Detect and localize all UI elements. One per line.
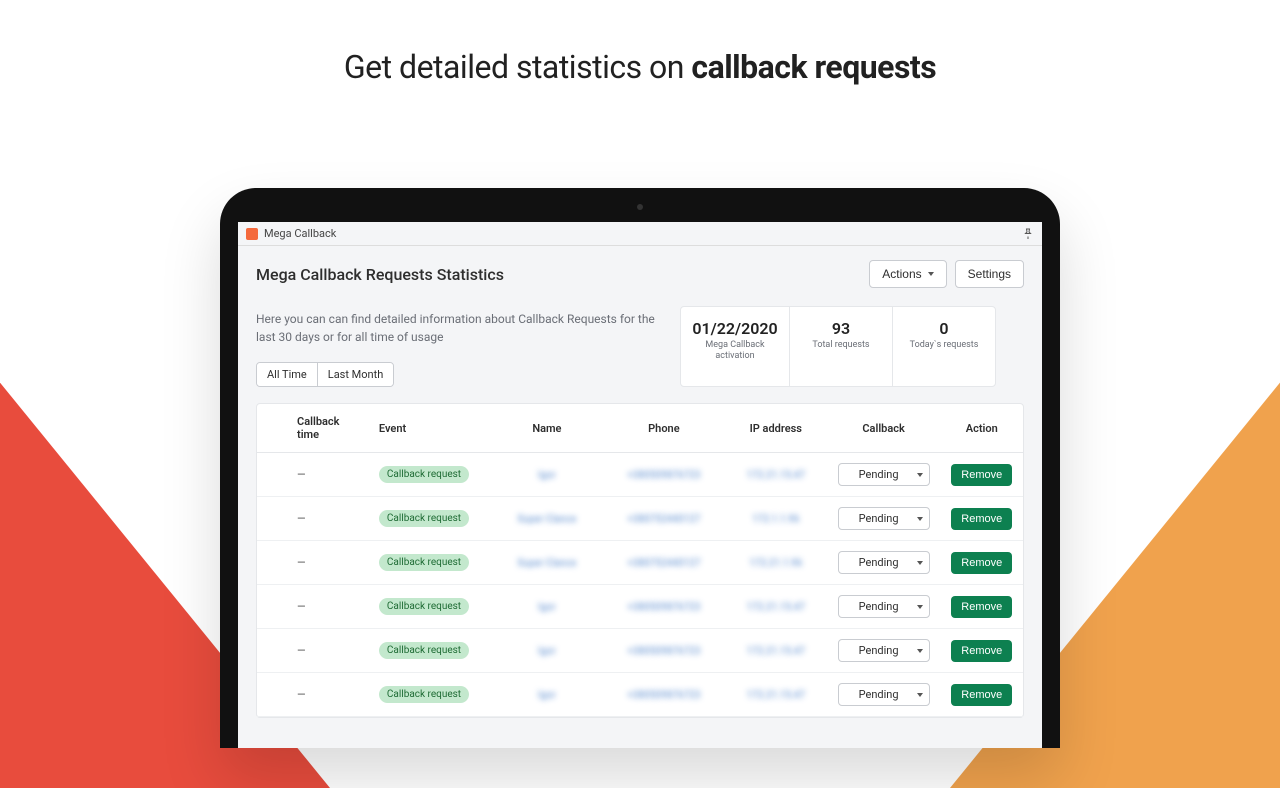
cell-time: —	[297, 644, 306, 657]
actions-label: Actions	[882, 267, 921, 281]
event-badge: Callback request	[379, 598, 469, 615]
event-badge: Callback request	[379, 466, 469, 483]
screen: Mega Callback Mega Callback Requests Sta…	[238, 222, 1042, 748]
callback-status-select[interactable]: Pending	[838, 639, 930, 662]
app-name: Mega Callback	[264, 227, 336, 240]
cell-time: —	[297, 688, 306, 701]
cell-name: Igor	[538, 470, 555, 481]
remove-button[interactable]: Remove	[951, 596, 1012, 618]
marketing-heading: Get detailed statistics on callback requ…	[0, 48, 1280, 86]
app-icon	[246, 228, 258, 240]
table-row: — Callback request Super Clance +3807524401…	[257, 541, 1023, 585]
event-badge: Callback request	[379, 642, 469, 659]
remove-button[interactable]: Remove	[951, 684, 1012, 706]
cell-phone: +380509876723	[627, 602, 700, 613]
remove-button[interactable]: Remove	[951, 552, 1012, 574]
cell-name: Super Clance	[518, 514, 577, 525]
page-title: Mega Callback Requests Statistics	[256, 265, 504, 284]
page-header: Mega Callback Requests Statistics Action…	[238, 246, 1042, 296]
callback-status-select[interactable]: Pending	[838, 507, 930, 530]
settings-button[interactable]: Settings	[955, 260, 1024, 288]
cell-ip: 172.21.15.47	[747, 602, 806, 613]
cell-ip: 172.21.15.47	[747, 690, 806, 701]
laptop-frame: Mega Callback Mega Callback Requests Sta…	[220, 188, 1060, 748]
time-filter: All Time Last Month	[256, 362, 394, 387]
cell-ip: 172.1.1.96	[752, 514, 799, 525]
callback-status-select[interactable]: Pending	[838, 683, 930, 706]
col-phone: Phone	[603, 404, 725, 453]
table-row: — Callback request Igor +380509876723 172.21…	[257, 585, 1023, 629]
cell-name: Igor	[538, 602, 555, 613]
stat-value: 0	[901, 319, 987, 338]
remove-button[interactable]: Remove	[951, 508, 1012, 530]
stat-label: Mega Callback activation	[689, 340, 781, 362]
cell-phone: +380752440127	[627, 514, 700, 525]
callback-status-select[interactable]: Pending	[838, 595, 930, 618]
cell-phone: +380509876723	[627, 470, 700, 481]
cell-time: —	[297, 468, 306, 481]
cell-time: —	[297, 512, 306, 525]
cell-time: —	[297, 556, 306, 569]
col-action: Action	[941, 404, 1023, 453]
cell-time: —	[297, 600, 306, 613]
cell-ip: 172.21.15.47	[747, 646, 806, 657]
actions-button[interactable]: Actions	[869, 260, 946, 288]
callback-status-select[interactable]: Pending	[838, 463, 930, 486]
col-event: Event	[369, 404, 491, 453]
stat-label: Today`s requests	[901, 340, 987, 351]
cell-phone: +380752440127	[627, 558, 700, 569]
intro-row: Here you can can find detailed informati…	[238, 296, 1042, 387]
laptop-camera	[637, 204, 643, 210]
pin-icon[interactable]	[1022, 228, 1034, 240]
cell-phone: +380509876723	[627, 646, 700, 657]
event-badge: Callback request	[379, 686, 469, 703]
cell-ip: 172.21.1.96	[749, 558, 802, 569]
settings-label: Settings	[968, 267, 1011, 281]
stat-value: 93	[798, 319, 884, 338]
stat-value: 01/22/2020	[689, 319, 781, 338]
window-tab[interactable]: Mega Callback	[246, 227, 336, 240]
header-actions: Actions Settings	[869, 260, 1024, 288]
intro-block: Here you can can find detailed informati…	[256, 306, 656, 387]
stat-label: Total requests	[798, 340, 884, 351]
requests-table: Callback time Event Name Phone IP addres…	[256, 403, 1024, 718]
remove-button[interactable]: Remove	[951, 640, 1012, 662]
filter-last-month[interactable]: Last Month	[317, 363, 394, 386]
cell-name: Igor	[538, 646, 555, 657]
stat-todays-requests: 0 Today`s requests	[892, 306, 996, 387]
col-name: Name	[491, 404, 603, 453]
event-badge: Callback request	[379, 554, 469, 571]
table-row: — Callback request Igor +380509876723 172.21…	[257, 673, 1023, 717]
stat-total-requests: 93 Total requests	[789, 306, 893, 387]
cell-ip: 172.21.15.47	[747, 470, 806, 481]
col-callback-time: Callback time	[257, 404, 369, 453]
intro-text: Here you can can find detailed informati…	[256, 306, 656, 350]
chevron-down-icon	[928, 272, 934, 276]
stat-cards: 01/22/2020 Mega Callback activation 93 T…	[680, 306, 996, 387]
col-ip: IP address	[725, 404, 827, 453]
marketing-heading-prefix: Get detailed statistics on	[344, 48, 692, 86]
cell-phone: +380509876723	[627, 690, 700, 701]
cell-name: Igor	[538, 690, 555, 701]
filter-all-time[interactable]: All Time	[257, 363, 317, 386]
window-tabbar: Mega Callback	[238, 222, 1042, 246]
marketing-heading-bold: callback requests	[691, 48, 936, 86]
event-badge: Callback request	[379, 510, 469, 527]
col-callback: Callback	[827, 404, 941, 453]
table-row: — Callback request Igor +380509876723 172.21…	[257, 629, 1023, 673]
remove-button[interactable]: Remove	[951, 464, 1012, 486]
table-row: — Callback request Igor +380509876723 172.21…	[257, 453, 1023, 497]
cell-name: Super Clance	[518, 558, 577, 569]
table-row: — Callback request Super Clance +3807524401…	[257, 497, 1023, 541]
callback-status-select[interactable]: Pending	[838, 551, 930, 574]
table-header-row: Callback time Event Name Phone IP addres…	[257, 404, 1023, 453]
stat-activation-date: 01/22/2020 Mega Callback activation	[680, 306, 790, 387]
